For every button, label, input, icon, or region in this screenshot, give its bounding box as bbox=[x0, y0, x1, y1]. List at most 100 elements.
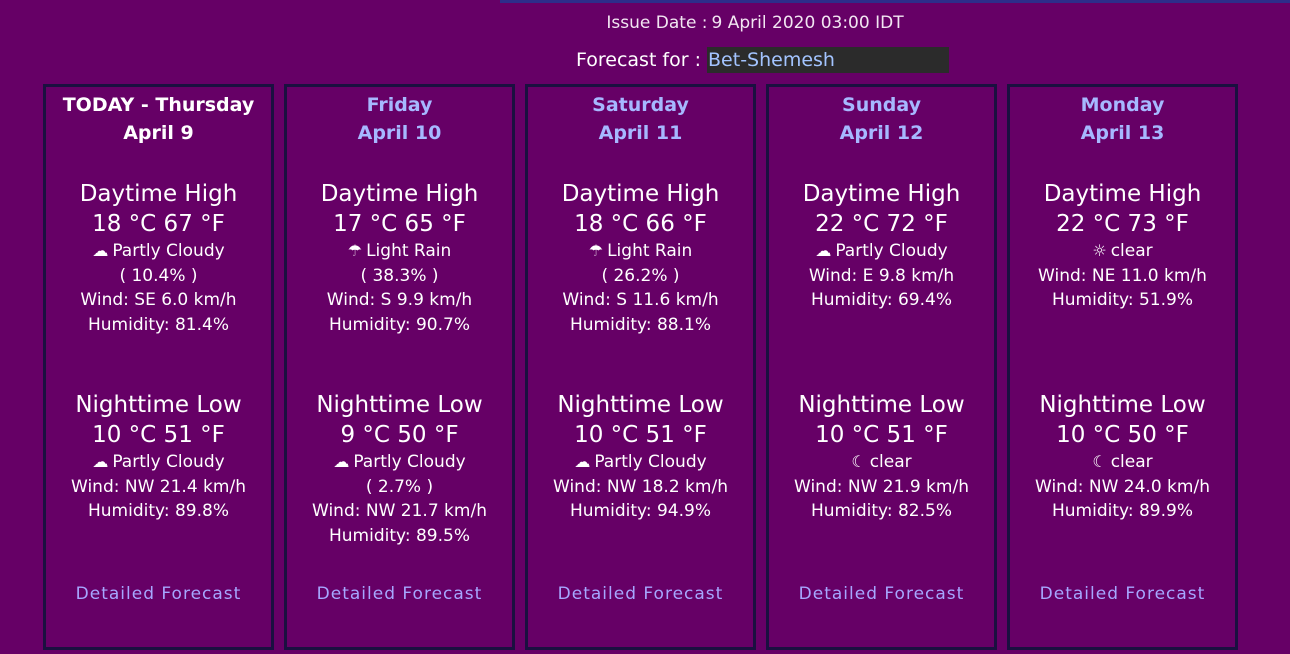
detailed-forecast-link[interactable]: Detailed Forecast bbox=[287, 584, 512, 604]
daytime-condition: ☼ clear bbox=[1010, 239, 1235, 264]
daytime-high-title: Daytime High bbox=[1043, 181, 1202, 207]
daytime-temps: 17 °C 65 °F bbox=[333, 211, 466, 237]
cloud-icon: ☁ bbox=[574, 452, 591, 471]
day-date: April 9 bbox=[123, 122, 194, 144]
daytime-temps: 18 °C 67 °F bbox=[92, 211, 225, 237]
day-column-saturday: Saturday April 11 Daytime High 18 °C 66 … bbox=[525, 84, 756, 650]
humidity: Humidity: 51.9% bbox=[1052, 290, 1193, 310]
nighttime-low-title: Nighttime Low bbox=[798, 392, 965, 418]
day-date: April 12 bbox=[839, 122, 924, 144]
humidity: Humidity: 81.4% bbox=[88, 314, 229, 335]
humidity: Humidity: 89.9% bbox=[1052, 501, 1193, 521]
precip-chance: ( 2.7% ) bbox=[365, 476, 434, 497]
daytime-section: Daytime High 18 °C 67 °F ☁ Partly Cloudy … bbox=[46, 179, 271, 337]
condition-text: Partly Cloudy bbox=[594, 452, 707, 472]
wind: Wind: NW 18.2 km/h bbox=[553, 476, 728, 497]
daytime-section: Daytime High 18 °C 66 °F ☂ Light Rain ( 2… bbox=[528, 179, 753, 337]
nighttime-temps: 10 °C 50 °F bbox=[1056, 422, 1189, 448]
daytime-high-title: Daytime High bbox=[561, 181, 720, 207]
daytime-section: Daytime High 22 °C 73 °F ☼ clear Wind: NE… bbox=[1010, 179, 1235, 313]
daytime-condition: ☁ Partly Cloudy bbox=[769, 239, 994, 264]
precip-chance: ( 10.4% ) bbox=[119, 265, 198, 286]
condition-text: clear bbox=[869, 452, 912, 472]
location-field[interactable]: Bet-Shemesh bbox=[707, 47, 950, 73]
nighttime-section: Nighttime Low 10 °C 51 °F ☾ clear Wind: N… bbox=[769, 390, 994, 524]
condition-text: Partly Cloudy bbox=[835, 241, 948, 261]
nighttime-temps: 10 °C 51 °F bbox=[574, 422, 707, 448]
daytime-section: Daytime High 22 °C 72 °F ☁ Partly Cloudy … bbox=[769, 179, 994, 313]
top-border-line bbox=[500, 0, 1290, 3]
condition-text: Partly Cloudy bbox=[112, 452, 225, 472]
condition-text: Light Rain bbox=[607, 241, 693, 261]
humidity: Humidity: 89.5% bbox=[329, 525, 470, 546]
nighttime-condition: ☾ clear bbox=[1010, 450, 1235, 475]
day-column-thursday: TODAY - Thursday April 9 Daytime High 18… bbox=[43, 84, 274, 650]
wind: Wind: SE 6.0 km/h bbox=[80, 290, 237, 310]
moon-icon: ☾ bbox=[1092, 452, 1107, 471]
daytime-temps: 18 °C 66 °F bbox=[574, 211, 707, 237]
daytime-temps: 22 °C 73 °F bbox=[1056, 211, 1189, 237]
precip-chance: ( 26.2% ) bbox=[601, 265, 680, 286]
umbrella-icon: ☂ bbox=[588, 241, 604, 260]
nighttime-condition: ☁ Partly Cloudy bbox=[46, 450, 271, 475]
forecast-for-label: Forecast for : bbox=[576, 49, 702, 71]
umbrella-icon: ☂ bbox=[347, 241, 363, 260]
issue-date: Issue Date :9 April 2020 03:00 IDT bbox=[0, 13, 1290, 33]
sun-icon: ☼ bbox=[1092, 241, 1107, 260]
cloud-icon: ☁ bbox=[333, 452, 350, 471]
detailed-forecast-link[interactable]: Detailed Forecast bbox=[528, 584, 753, 604]
daytime-high-title: Daytime High bbox=[802, 181, 961, 207]
daytime-condition: ☂ Light Rain bbox=[287, 239, 512, 264]
condition-text: Light Rain bbox=[366, 241, 452, 261]
nighttime-section: Nighttime Low 10 °C 50 °F ☾ clear Wind: N… bbox=[1010, 390, 1235, 524]
day-date: April 11 bbox=[598, 122, 683, 144]
day-column-friday: Friday April 10 Daytime High 17 °C 65 °F… bbox=[284, 84, 515, 650]
day-name: Friday bbox=[366, 94, 433, 116]
cloud-icon: ☁ bbox=[815, 241, 832, 260]
nighttime-condition: ☁ Partly Cloudy bbox=[528, 450, 753, 475]
nighttime-temps: 10 °C 51 °F bbox=[815, 422, 948, 448]
detailed-forecast-link[interactable]: Detailed Forecast bbox=[769, 584, 994, 604]
wind: Wind: NE 11.0 km/h bbox=[1038, 265, 1207, 286]
issue-date-label: Issue Date : bbox=[606, 13, 708, 33]
day-name: Sunday bbox=[842, 94, 921, 116]
precip-chance: ( 38.3% ) bbox=[360, 265, 439, 286]
humidity: Humidity: 94.9% bbox=[570, 501, 711, 521]
day-name: TODAY - Thursday bbox=[62, 94, 255, 116]
nighttime-condition: ☾ clear bbox=[769, 450, 994, 475]
detailed-forecast-link[interactable]: Detailed Forecast bbox=[1010, 584, 1235, 604]
cloud-icon: ☁ bbox=[92, 241, 109, 260]
humidity: Humidity: 82.5% bbox=[811, 501, 952, 521]
day-column-monday: Monday April 13 Daytime High 22 °C 73 °F… bbox=[1007, 84, 1238, 650]
daytime-high-title: Daytime High bbox=[320, 181, 479, 207]
nighttime-temps: 10 °C 51 °F bbox=[92, 422, 225, 448]
condition-text: clear bbox=[1110, 241, 1153, 261]
forecast-columns: TODAY - Thursday April 9 Daytime High 18… bbox=[43, 84, 1248, 650]
humidity: Humidity: 90.7% bbox=[329, 314, 470, 335]
nighttime-low-title: Nighttime Low bbox=[75, 392, 242, 418]
wind: Wind: E 9.8 km/h bbox=[808, 265, 955, 286]
nighttime-condition: ☁ Partly Cloudy bbox=[287, 450, 512, 475]
nighttime-low-title: Nighttime Low bbox=[316, 392, 483, 418]
cloud-icon: ☁ bbox=[92, 452, 109, 471]
nighttime-low-title: Nighttime Low bbox=[557, 392, 724, 418]
daytime-high-title: Daytime High bbox=[79, 181, 238, 207]
wind: Wind: NW 21.4 km/h bbox=[71, 476, 246, 497]
humidity: Humidity: 89.8% bbox=[88, 501, 229, 521]
moon-icon: ☾ bbox=[851, 452, 866, 471]
nighttime-section: Nighttime Low 9 °C 50 °F ☁ Partly Cloudy … bbox=[287, 390, 512, 548]
day-date: April 13 bbox=[1080, 122, 1165, 144]
wind: Wind: NW 24.0 km/h bbox=[1035, 476, 1210, 497]
day-column-sunday: Sunday April 12 Daytime High 22 °C 72 °F… bbox=[766, 84, 997, 650]
humidity: Humidity: 88.1% bbox=[570, 314, 711, 335]
nighttime-low-title: Nighttime Low bbox=[1039, 392, 1206, 418]
nighttime-section: Nighttime Low 10 °C 51 °F ☁ Partly Cloudy… bbox=[528, 390, 753, 524]
wind: Wind: S 11.6 km/h bbox=[562, 290, 719, 310]
forecast-for: Forecast for : Bet-Shemesh bbox=[576, 46, 950, 74]
detailed-forecast-link[interactable]: Detailed Forecast bbox=[46, 584, 271, 604]
daytime-temps: 22 °C 72 °F bbox=[815, 211, 948, 237]
day-name: Saturday bbox=[592, 94, 689, 116]
condition-text: Partly Cloudy bbox=[112, 241, 225, 261]
day-date: April 10 bbox=[357, 122, 442, 144]
condition-text: Partly Cloudy bbox=[353, 452, 466, 472]
